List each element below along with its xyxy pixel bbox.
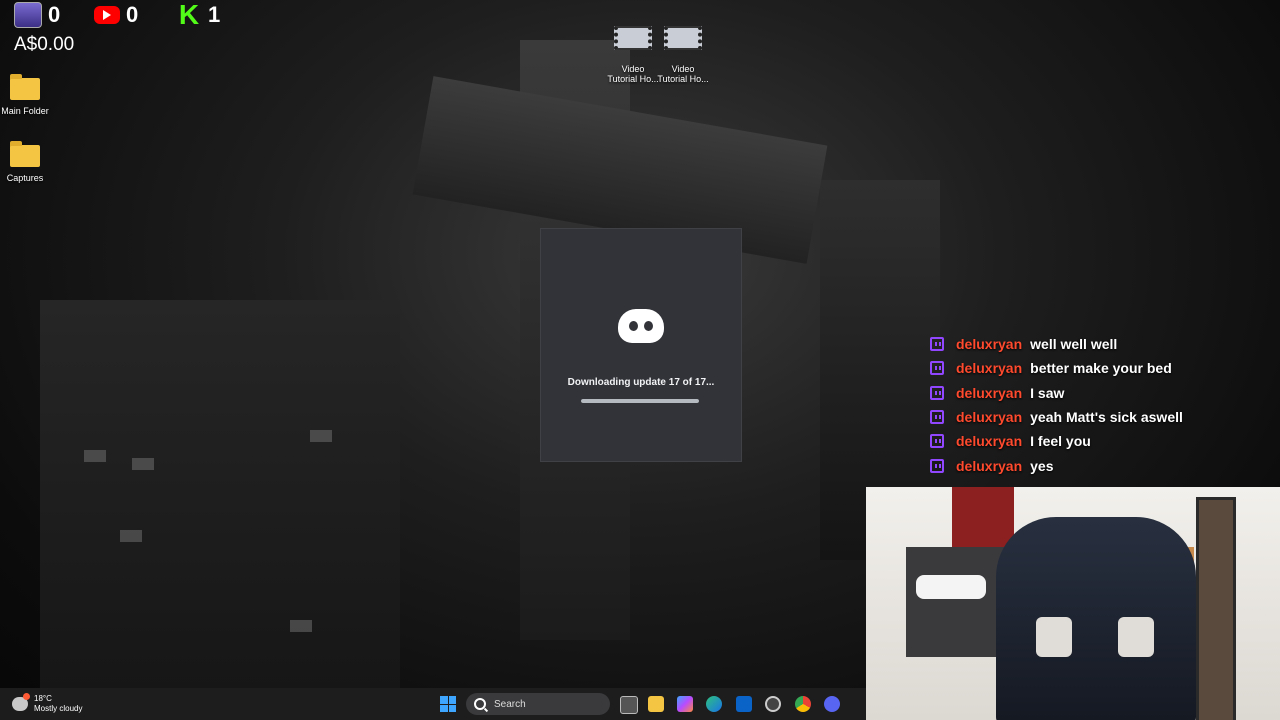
chat-text: better make your bed (1030, 360, 1172, 377)
background-window (310, 430, 332, 442)
desktop-icon-captures[interactable]: Captures (0, 141, 60, 183)
kick-icon: K (178, 0, 200, 30)
background-window (84, 450, 106, 462)
twitch-icon (930, 410, 944, 425)
desktop-icon-main-folder[interactable]: Main Folder (0, 74, 60, 116)
desktop-icon-label: Video Tutorial Ho... (657, 64, 709, 84)
twitch-icon (930, 385, 944, 400)
chrome-icon[interactable] (795, 696, 811, 712)
update-status-text: Downloading update 17 of 17... (567, 377, 715, 388)
webcam-mirror (1196, 497, 1236, 720)
background-window (132, 458, 154, 470)
youtube-counter: 0 (94, 2, 138, 28)
background-window (120, 530, 142, 542)
chat-message: deluxryan yeah Matt's sick aswell (930, 405, 1270, 429)
webcam-gaming-chair (996, 517, 1196, 720)
video-file-icon (664, 26, 702, 50)
windows-logo-pane (440, 704, 448, 712)
chat-text: I feel you (1030, 433, 1091, 450)
windows-logo-pane (440, 696, 448, 704)
video-file-icon (614, 26, 652, 50)
background-window (290, 620, 312, 632)
chat-message: deluxryan yes (930, 453, 1270, 477)
donation-total: A$0.00 (14, 34, 75, 55)
weather-desc: Mostly cloudy (34, 704, 83, 713)
chat-text: yeah Matt's sick aswell (1030, 409, 1183, 426)
settings-icon[interactable] (765, 696, 781, 712)
webcam-chair-cutout (1036, 617, 1072, 657)
webcam-poster (952, 487, 1014, 547)
discord-logo-eye (629, 321, 638, 331)
youtube-count: 0 (126, 2, 139, 27)
windows-logo-pane (448, 704, 456, 712)
windows-logo-pane (448, 696, 456, 704)
update-progress-fill (581, 399, 699, 403)
file-explorer-icon[interactable] (648, 696, 664, 712)
chat-username: deluxryan (956, 360, 1023, 377)
tips-count: 0 (48, 2, 61, 27)
weather-temp: 18°C (34, 694, 52, 703)
chat-username: deluxryan (956, 433, 1023, 450)
discord-logo-eye (644, 321, 653, 331)
weather-widget[interactable]: 18°C Mostly cloudy (12, 693, 82, 714)
weather-text: 18°C Mostly cloudy (34, 694, 82, 714)
chat-text: I saw (1030, 384, 1065, 401)
webcam-chair-cutout (1118, 617, 1154, 657)
desktop-icon-label: Main Folder (1, 106, 49, 116)
chat-username: deluxryan (956, 409, 1023, 426)
kick-counter: K 1 (176, 0, 221, 30)
desktop-icon-video-tutorial-2[interactable]: Video Tutorial Ho... (648, 16, 718, 94)
task-view-icon[interactable] (620, 696, 638, 714)
chat-username: deluxryan (956, 384, 1023, 401)
discord-logo-icon (618, 309, 664, 343)
chat-message: deluxryan I feel you (930, 429, 1270, 453)
search-icon (474, 698, 486, 710)
tips-counter: 0 (14, 2, 60, 28)
update-progress-bar (581, 399, 699, 403)
twitch-icon (930, 434, 944, 449)
chat-username: deluxryan (956, 336, 1023, 353)
folder-icon (10, 141, 40, 167)
folder-icon (10, 74, 40, 100)
youtube-icon (94, 6, 120, 24)
taskbar: 18°C Mostly cloudy Search (0, 688, 866, 720)
twitch-icon (930, 458, 944, 473)
chat-message: deluxryan well well well (930, 332, 1270, 356)
copilot-icon[interactable] (677, 696, 693, 712)
outlook-icon[interactable] (736, 696, 752, 712)
chat-text: well well well (1030, 336, 1118, 353)
background-building-left (40, 300, 400, 720)
twitch-icon (930, 361, 944, 376)
cloud-icon (12, 693, 30, 711)
discord-updater-window: Downloading update 17 of 17... (540, 228, 742, 462)
chat-message: deluxryan better make your bed (930, 356, 1270, 380)
start-button[interactable] (440, 696, 456, 712)
chat-username: deluxryan (956, 457, 1023, 474)
webcam-pillow (916, 575, 986, 599)
webcam-feed (866, 487, 1280, 720)
desktop-icon-label: Captures (6, 173, 44, 183)
chat-message: deluxryan I saw (930, 381, 1270, 405)
kick-count: 1 (208, 2, 221, 27)
search-placeholder: Search (494, 698, 526, 710)
tip-jar-icon (14, 2, 42, 28)
discord-icon[interactable] (824, 696, 840, 712)
twitch-icon (930, 337, 944, 352)
taskbar-search[interactable]: Search (466, 693, 610, 715)
chat-overlay: deluxryan well well well deluxryan better m… (930, 332, 1270, 478)
edge-icon[interactable] (706, 696, 722, 712)
chat-text: yes (1030, 457, 1054, 474)
